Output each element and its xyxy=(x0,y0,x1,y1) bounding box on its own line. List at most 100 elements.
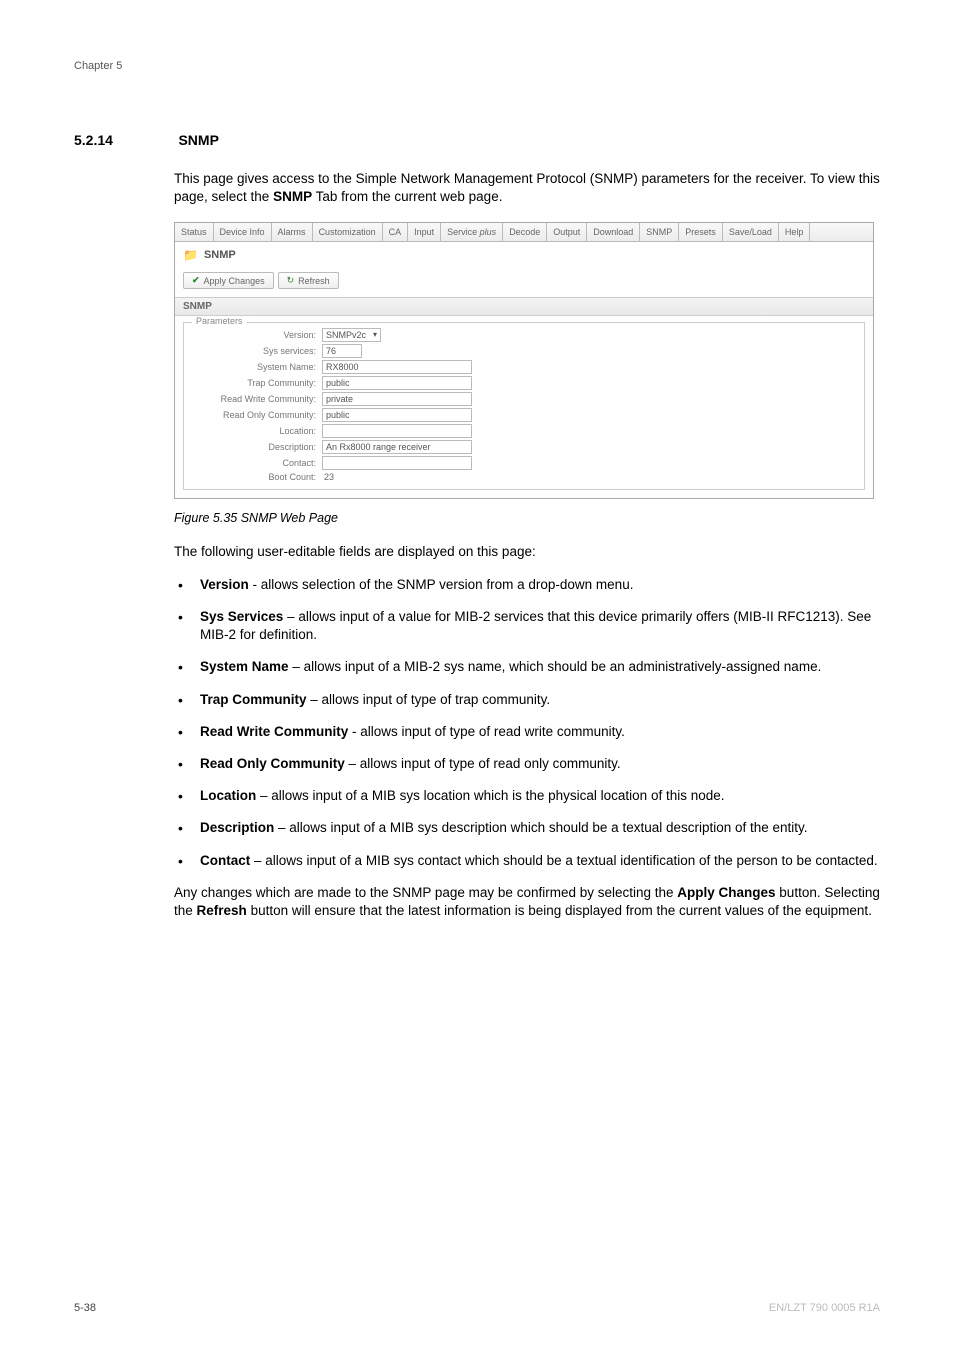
bullet-version: Version - allows selection of the SNMP v… xyxy=(174,576,880,594)
select-version[interactable]: SNMPv2c xyxy=(322,328,381,342)
page-number: 5-38 xyxy=(74,1302,96,1314)
bullet-description-text: – allows input of a MIB sys description … xyxy=(274,820,807,835)
bullet-rw-community-text: - allows input of type of read write com… xyxy=(348,724,625,739)
tab-decode[interactable]: Decode xyxy=(503,223,547,241)
label-contact: Contact: xyxy=(192,458,322,468)
tail-b: Apply Changes xyxy=(677,885,775,900)
bullet-location: Location – allows input of a MIB sys loc… xyxy=(174,787,880,805)
label-ro-community: Read Only Community: xyxy=(192,410,322,420)
bullet-location-text: – allows input of a MIB sys location whi… xyxy=(256,788,724,803)
tab-customization[interactable]: Customization xyxy=(313,223,383,241)
tail-a: Any changes which are made to the SNMP p… xyxy=(174,885,677,900)
lead-paragraph: The following user-editable fields are d… xyxy=(174,543,880,561)
input-ro-community[interactable] xyxy=(322,408,472,422)
body-content: The following user-editable fields are d… xyxy=(174,543,880,920)
tab-service-plus: plus xyxy=(480,227,497,237)
label-location: Location: xyxy=(192,426,322,436)
intro-bold: SNMP xyxy=(273,189,312,204)
intro-text-c: Tab from the current web page. xyxy=(312,189,502,204)
heading-title: SNMP xyxy=(178,132,218,148)
row-boot-count: Boot Count: 23 xyxy=(192,471,856,483)
chapter-label: Chapter 5 xyxy=(74,60,880,72)
input-system-name[interactable] xyxy=(322,360,472,374)
bullet-sys-services: Sys Services – allows input of a value f… xyxy=(174,608,880,644)
row-version: Version: SNMPv2c xyxy=(192,327,856,343)
tab-snmp[interactable]: SNMP xyxy=(640,223,679,241)
tab-input[interactable]: Input xyxy=(408,223,441,241)
row-ro-community: Read Only Community: xyxy=(192,407,856,423)
row-description: Description: xyxy=(192,439,856,455)
bullet-trap-community: Trap Community – allows input of type of… xyxy=(174,691,880,709)
input-location[interactable] xyxy=(322,424,472,438)
figure-caption: Figure 5.35 SNMP Web Page xyxy=(174,511,880,525)
section-heading: 5.2.14 SNMP xyxy=(74,132,880,150)
tab-device-info[interactable]: Device Info xyxy=(214,223,272,241)
value-boot-count: 23 xyxy=(322,472,334,482)
input-rw-community[interactable] xyxy=(322,392,472,406)
row-rw-community: Read Write Community: xyxy=(192,391,856,407)
bullet-contact-text: – allows input of a MIB sys contact whic… xyxy=(250,853,877,868)
label-sys-services: Sys services: xyxy=(192,346,322,356)
input-description[interactable] xyxy=(322,440,472,454)
refresh-button[interactable]: ↻ Refresh xyxy=(278,272,339,289)
bullet-sys-services-bold: Sys Services xyxy=(200,609,283,624)
refresh-icon: ↻ xyxy=(287,275,295,286)
tab-status[interactable]: Status xyxy=(175,223,214,241)
bullet-contact-bold: Contact xyxy=(200,853,250,868)
tab-presets[interactable]: Presets xyxy=(679,223,723,241)
tab-download[interactable]: Download xyxy=(587,223,640,241)
panel-title: SNMP xyxy=(204,249,236,261)
apply-changes-label: Apply Changes xyxy=(204,276,265,286)
bullet-rw-community-bold: Read Write Community xyxy=(200,724,348,739)
tab-ca[interactable]: CA xyxy=(383,223,409,241)
fieldset-legend: Parameters xyxy=(192,316,247,326)
bullet-system-name-text: – allows input of a MIB-2 sys name, whic… xyxy=(289,659,822,674)
snmp-screenshot: Status Device Info Alarms Customization … xyxy=(174,222,874,499)
bullet-sys-services-text: – allows input of a value for MIB-2 serv… xyxy=(200,609,871,642)
tail-paragraph: Any changes which are made to the SNMP p… xyxy=(174,884,880,920)
bullet-version-bold: Version xyxy=(200,577,249,592)
label-rw-community: Read Write Community: xyxy=(192,394,322,404)
bullet-ro-community: Read Only Community – allows input of ty… xyxy=(174,755,880,773)
bullet-description: Description – allows input of a MIB sys … xyxy=(174,819,880,837)
section-header: SNMP xyxy=(175,297,873,316)
parameters-fieldset: Parameters Version: SNMPv2c Sys services… xyxy=(183,322,865,490)
intro-paragraph: This page gives access to the Simple Net… xyxy=(174,170,880,206)
tab-alarms[interactable]: Alarms xyxy=(272,223,313,241)
bullet-rw-community: Read Write Community - allows input of t… xyxy=(174,723,880,741)
row-location: Location: xyxy=(192,423,856,439)
tab-save-load[interactable]: Save/Load xyxy=(723,223,779,241)
bullet-list: Version - allows selection of the SNMP v… xyxy=(174,576,880,870)
bullet-system-name-bold: System Name xyxy=(200,659,289,674)
toolbar: ✔ Apply Changes ↻ Refresh xyxy=(175,268,873,297)
doc-id: EN/LZT 790 0005 R1A xyxy=(769,1302,880,1314)
bullet-trap-community-bold: Trap Community xyxy=(200,692,307,707)
bullet-trap-community-text: – allows input of type of trap community… xyxy=(307,692,551,707)
input-trap-community[interactable] xyxy=(322,376,472,390)
label-trap-community: Trap Community: xyxy=(192,378,322,388)
bullet-ro-community-bold: Read Only Community xyxy=(200,756,345,771)
label-version: Version: xyxy=(192,330,322,340)
input-contact[interactable] xyxy=(322,456,472,470)
apply-changes-button[interactable]: ✔ Apply Changes xyxy=(183,272,274,289)
refresh-label: Refresh xyxy=(298,276,330,286)
row-trap-community: Trap Community: xyxy=(192,375,856,391)
input-sys-services[interactable] xyxy=(322,344,362,358)
tab-help[interactable]: Help xyxy=(779,223,811,241)
bullet-ro-community-text: – allows input of type of read only comm… xyxy=(345,756,621,771)
tail-d: Refresh xyxy=(197,903,247,918)
tab-bar: Status Device Info Alarms Customization … xyxy=(175,223,873,242)
page-footer: 5-38 EN/LZT 790 0005 R1A xyxy=(74,1302,880,1314)
row-system-name: System Name: xyxy=(192,359,856,375)
tab-output[interactable]: Output xyxy=(547,223,587,241)
row-sys-services: Sys services: xyxy=(192,343,856,359)
heading-number: 5.2.14 xyxy=(74,132,174,148)
bullet-location-bold: Location xyxy=(200,788,256,803)
bullet-contact: Contact – allows input of a MIB sys cont… xyxy=(174,852,880,870)
bullet-version-text: - allows selection of the SNMP version f… xyxy=(249,577,634,592)
tab-service-label: Service xyxy=(447,227,477,237)
panel-title-row: 📁 SNMP xyxy=(175,242,873,268)
tab-service[interactable]: Service plus xyxy=(441,223,503,241)
bullet-description-bold: Description xyxy=(200,820,274,835)
label-description: Description: xyxy=(192,442,322,452)
